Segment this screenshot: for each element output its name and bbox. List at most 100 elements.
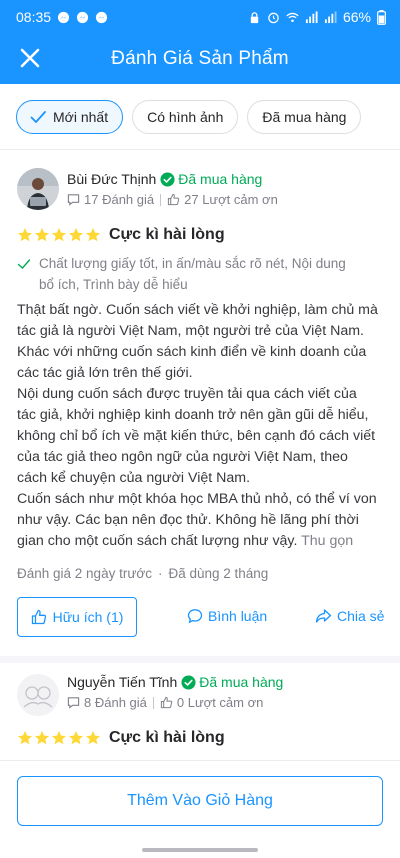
avatar[interactable]	[17, 674, 59, 716]
comment-icon	[67, 194, 80, 206]
attributes-line: Chất lượng giấy tốt, in ấn/màu sắc rõ né…	[39, 256, 346, 271]
review-count: 8 Đánh giá	[84, 695, 147, 710]
battery-icon	[377, 9, 386, 25]
user-photo-icon	[17, 168, 59, 210]
comment-icon	[187, 609, 203, 624]
app-header: Đánh Giá Sản Phẩm	[0, 34, 400, 84]
star-icon	[35, 228, 49, 242]
filter-chip-label: Đã mua hàng	[262, 108, 347, 125]
verified-badge: Đã mua hàng	[181, 674, 283, 690]
review-text-line-text: gian cho một cuốn sách chất lượng như vậ…	[17, 533, 298, 549]
review-text-line: các tác giả lớn trên thế giới.	[17, 365, 193, 381]
star-icon	[86, 731, 100, 745]
helpful-label: Hữu ích (1)	[52, 609, 124, 625]
review-card: Bùi Đức Thịnh Đã mua hàng 17 Đánh giá 27…	[0, 150, 400, 656]
review-text-line: Nội dung cuốn sách được truyền tải qua c…	[17, 386, 357, 402]
share-icon	[315, 609, 332, 623]
filter-chip-with-images[interactable]: Có hình ảnh	[132, 99, 239, 134]
thumbs-up-icon	[31, 609, 46, 625]
rating-title: Cực kì hài lòng	[109, 226, 225, 243]
review-text-line: của tác giả theo ngôn ngữ của người Việt…	[17, 449, 348, 465]
review-text-line: cách kể chuyện của người Việt Nam.	[17, 470, 251, 486]
star-rating	[17, 227, 101, 243]
helpful-button[interactable]: Hữu ích (1)	[17, 597, 137, 637]
meta-dot: ·	[157, 566, 163, 581]
comment-icon	[67, 697, 80, 709]
share-button[interactable]: Chia sẻ	[315, 608, 384, 624]
filter-chip-label: Có hình ảnh	[147, 108, 224, 125]
reviewer-stats: 8 Đánh giá 0 Lượt cảm ơn	[67, 695, 263, 710]
page-title: Đánh Giá Sản Phẩm	[111, 48, 289, 69]
reviewer-name[interactable]: Bùi Đức Thịnh	[67, 171, 156, 187]
review-card: Nguyễn Tiến Tĩnh Đã mua hàng 8 Đánh giá …	[0, 663, 400, 760]
stat-divider	[160, 193, 162, 206]
verified-check-icon	[181, 674, 196, 690]
review-text-line: không chỉ bổ ích về mặt kiến thức, bên c…	[17, 428, 376, 444]
wifi-icon	[286, 12, 299, 22]
star-icon	[52, 731, 66, 745]
verified-label: Đã mua hàng	[199, 674, 284, 690]
user-photo-icon	[17, 674, 59, 716]
review-text-line: Thật bất ngờ. Cuốn sách viết về khởi ngh…	[17, 302, 378, 318]
bottom-bar: Thêm Vào Giỏ Hàng	[0, 760, 400, 842]
verified-badge: Đã mua hàng	[160, 171, 262, 187]
rating-title: Cực kì hài lòng	[109, 729, 225, 746]
attributes-line: bổ ích, Trình bày dễ hiểu	[39, 277, 188, 292]
filter-bar: Mới nhất Có hình ảnh Đã mua hàng	[0, 84, 400, 150]
verified-label: Đã mua hàng	[178, 171, 263, 187]
review-content: Thật bất ngờ. Cuốn sách viết về khởi ngh…	[17, 300, 387, 552]
star-rating	[17, 730, 101, 746]
review-date: Đánh giá 2 ngày trước	[17, 566, 152, 581]
avatar[interactable]	[17, 168, 59, 210]
add-to-cart-button[interactable]: Thêm Vào Giỏ Hàng	[17, 776, 383, 826]
messenger-icon	[95, 11, 108, 23]
check-icon	[30, 110, 46, 123]
star-icon	[69, 731, 83, 745]
usage-duration: Đã dùng 2 tháng	[168, 566, 269, 581]
system-nav-bar	[0, 842, 400, 858]
reviewer-stats: 17 Đánh giá 27 Lượt cảm ơn	[67, 192, 278, 207]
battery-percent: 66%	[342, 9, 371, 25]
filter-chip-purchased[interactable]: Đã mua hàng	[247, 99, 362, 134]
review-text-line: Cuốn sách như một khóa học MBA thủ nhỏ, …	[17, 491, 377, 507]
check-icon	[17, 259, 31, 269]
collapse-link[interactable]: Thu gọn	[301, 533, 353, 549]
comment-button[interactable]: Bình luận	[187, 608, 267, 624]
review-count: 17 Đánh giá	[84, 192, 155, 207]
thanks-count: 0 Lượt cảm ơn	[176, 695, 264, 710]
star-icon	[18, 228, 32, 242]
verified-check-icon	[160, 171, 175, 187]
lock-icon	[250, 11, 259, 23]
thumbs-up-icon	[168, 193, 180, 206]
status-bar: 08:35 66%	[0, 0, 400, 34]
review-text-line: như vậy. Các bạn nên đọc thử. Không hề l…	[17, 512, 359, 528]
messenger-icon	[57, 11, 70, 23]
review-text-line: Khác với những cuốn sách kinh điển về ki…	[17, 344, 367, 360]
reviewer-info: Bùi Đức Thịnh Đã mua hàng	[67, 171, 262, 187]
thumbs-up-icon	[160, 696, 173, 709]
reviewer-info: Nguyễn Tiến Tĩnh Đã mua hàng	[67, 674, 283, 690]
review-actions: Hữu ích (1) Bình luận Chia sẻ	[17, 597, 387, 637]
star-icon	[69, 228, 83, 242]
review-meta: Đánh giá 2 ngày trước · Đã dùng 2 tháng	[17, 566, 268, 581]
share-label: Chia sẻ	[337, 608, 385, 624]
star-icon	[86, 228, 100, 242]
rating-row: Cực kì hài lòng	[17, 729, 225, 747]
review-attributes: Chất lượng giấy tốt, in ấn/màu sắc rõ né…	[17, 253, 383, 295]
star-icon	[52, 228, 66, 242]
comment-label: Bình luận	[208, 608, 268, 624]
messenger-icon	[76, 11, 89, 23]
thanks-count: 27 Lượt cảm ơn	[184, 192, 278, 207]
signal-icon	[305, 10, 318, 23]
close-icon[interactable]	[16, 44, 44, 72]
signal-icon	[324, 10, 337, 23]
filter-chip-label: Mới nhất	[53, 108, 109, 125]
stat-divider	[152, 696, 154, 709]
home-indicator[interactable]	[142, 848, 258, 852]
star-icon	[18, 731, 32, 745]
reviewer-name[interactable]: Nguyễn Tiến Tĩnh	[67, 674, 177, 690]
review-text-line: tác giả, khởi nghiệp kinh doanh trở nên …	[17, 407, 369, 423]
section-divider	[0, 656, 400, 663]
filter-chip-newest[interactable]: Mới nhất	[16, 99, 124, 134]
rating-row: Cực kì hài lòng	[17, 226, 225, 244]
